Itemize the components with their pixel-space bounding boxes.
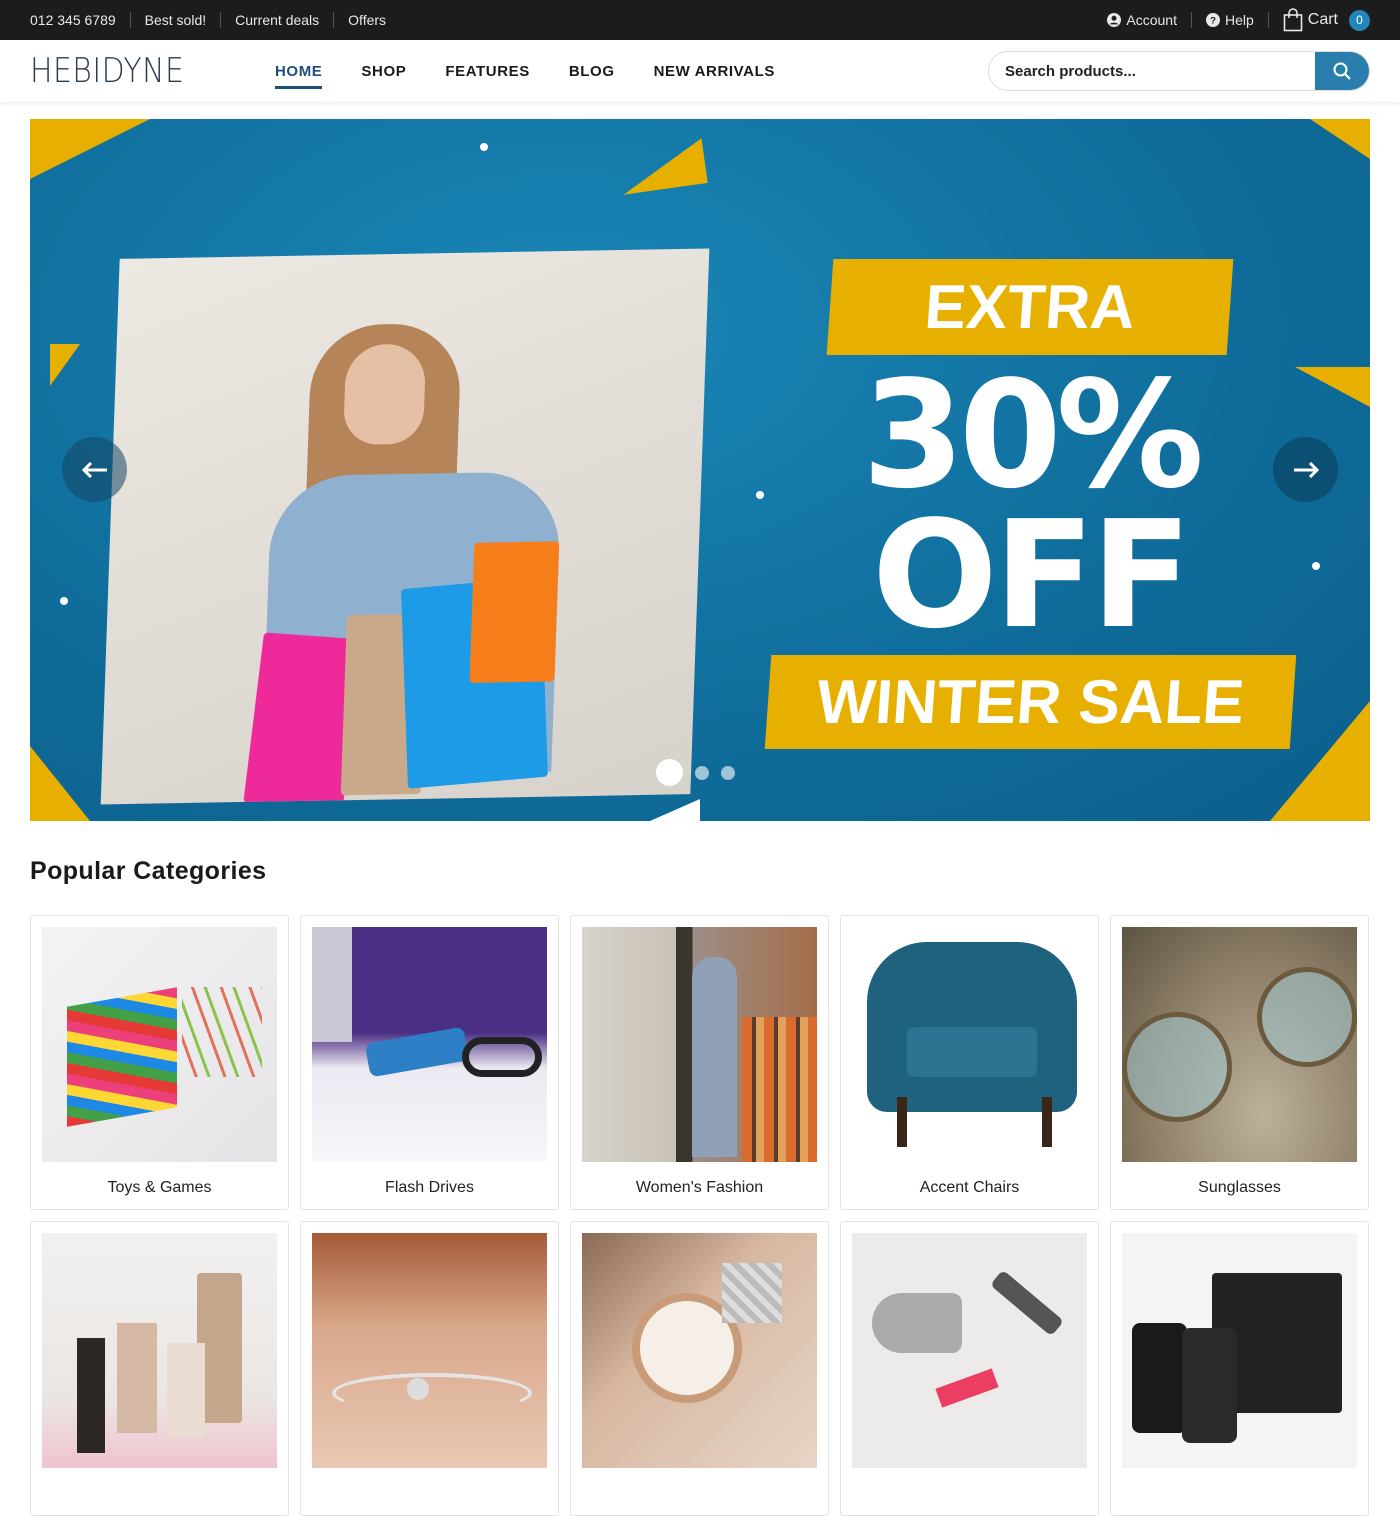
- arrow-right-icon: [1293, 461, 1319, 478]
- decor-triangle: [30, 746, 90, 821]
- help-link[interactable]: ? Help: [1205, 12, 1254, 28]
- cart-link[interactable]: Cart 0: [1283, 8, 1370, 32]
- hero-photo: [100, 248, 710, 805]
- category-name: Sunglasses: [1198, 1179, 1281, 1196]
- svg-text:?: ?: [1210, 16, 1216, 27]
- cart-label: Cart: [1307, 11, 1338, 28]
- nav-blog[interactable]: BLOG: [569, 57, 615, 86]
- sale-ribbon-bottom: WINTER SALE: [764, 655, 1296, 749]
- slide-dot-1[interactable]: [656, 759, 683, 786]
- category-image: [1122, 1233, 1357, 1468]
- category-name: Women's Fashion: [635, 1179, 764, 1196]
- search-input[interactable]: [989, 52, 1315, 90]
- search-button[interactable]: [1315, 52, 1369, 90]
- next-slide-button[interactable]: [1273, 437, 1338, 502]
- best-sold-link[interactable]: Best sold!: [145, 12, 206, 28]
- prev-slide-button[interactable]: [62, 437, 127, 502]
- offers-link[interactable]: Offers: [348, 12, 386, 28]
- decor-triangle: [1310, 119, 1370, 159]
- divider: [1267, 12, 1269, 28]
- user-circle-icon: [1107, 13, 1122, 27]
- sale-percent: 30%: [861, 349, 1204, 521]
- search-icon: [1333, 62, 1351, 80]
- current-deals-link[interactable]: Current deals: [235, 12, 319, 28]
- question-circle-icon: ?: [1205, 13, 1220, 27]
- category-card[interactable]: Women's Fashion: [570, 915, 829, 1210]
- category-card[interactable]: [30, 1221, 289, 1516]
- category-image: [1122, 927, 1357, 1162]
- slide-dot-2[interactable]: [695, 765, 709, 780]
- category-name: Accent Chairs: [919, 1179, 1020, 1196]
- divider: [220, 12, 222, 28]
- category-image: [852, 927, 1087, 1162]
- category-card[interactable]: Toys & Games: [30, 915, 289, 1210]
- decor-dot: [1312, 562, 1320, 570]
- category-image: [312, 1233, 547, 1468]
- divider: [129, 12, 131, 28]
- category-card[interactable]: [570, 1221, 829, 1516]
- category-image: [582, 927, 817, 1162]
- nav-home[interactable]: HOME: [275, 57, 323, 89]
- category-image: [42, 1233, 277, 1468]
- category-card[interactable]: [840, 1221, 1099, 1516]
- decor-dot: [480, 143, 488, 151]
- category-card[interactable]: Accent Chairs: [840, 915, 1099, 1210]
- decor-triangle: [50, 344, 80, 386]
- category-name: Flash Drives: [385, 1179, 474, 1196]
- shopping-bag-icon: [1283, 8, 1303, 32]
- help-label: Help: [1224, 12, 1254, 28]
- category-image: [312, 927, 547, 1162]
- site-logo[interactable]: HEBIDYNE: [30, 51, 246, 91]
- sale-text: EXTRA 30% OFF WINTER SALE: [750, 259, 1310, 749]
- slide-indicators: [656, 759, 735, 786]
- decor-triangle: [30, 119, 150, 179]
- category-grid: Toys & Games Flash Drives Women's Fashio…: [30, 915, 1369, 1516]
- section-title: Popular Categories: [30, 857, 267, 885]
- category-card[interactable]: [1110, 1221, 1369, 1516]
- nav-shop[interactable]: SHOP: [361, 57, 406, 86]
- decor-triangle: [617, 138, 708, 195]
- main-nav: HOME SHOP FEATURES BLOG NEW ARRIVALS: [275, 57, 775, 89]
- photo-shape: [342, 343, 427, 446]
- divider: [1190, 12, 1192, 28]
- hero-banner[interactable]: EXTRA 30% OFF WINTER SALE: [30, 119, 1370, 821]
- arrow-left-icon: [81, 461, 107, 478]
- nav-new-arrivals[interactable]: NEW ARRIVALS: [654, 57, 775, 86]
- main-header: HEBIDYNE HOME SHOP FEATURES BLOG NEW ARR…: [0, 40, 1400, 102]
- account-link[interactable]: Account: [1107, 12, 1177, 28]
- category-image: [852, 1233, 1087, 1468]
- top-bar: 012 345 6789 Best sold! Current deals Of…: [0, 0, 1400, 40]
- category-card[interactable]: Flash Drives: [300, 915, 559, 1210]
- sale-off: OFF: [871, 489, 1192, 661]
- nav-features[interactable]: FEATURES: [445, 57, 530, 86]
- account-label: Account: [1126, 12, 1177, 28]
- decor-triangle: [650, 799, 700, 821]
- orange-bag: [469, 541, 560, 683]
- category-card[interactable]: [300, 1221, 559, 1516]
- category-card[interactable]: Sunglasses: [1110, 915, 1369, 1210]
- category-image: [42, 927, 277, 1162]
- sale-ribbon-top: EXTRA: [826, 259, 1234, 355]
- decor-dot: [60, 597, 68, 605]
- category-name: Toys & Games: [107, 1179, 212, 1196]
- divider: [333, 12, 335, 28]
- phone-number: 012 345 6789: [30, 12, 116, 28]
- category-image: [582, 1233, 817, 1468]
- search-bar: [988, 51, 1370, 91]
- slide-dot-3[interactable]: [721, 765, 735, 780]
- cart-count-badge: 0: [1349, 9, 1370, 31]
